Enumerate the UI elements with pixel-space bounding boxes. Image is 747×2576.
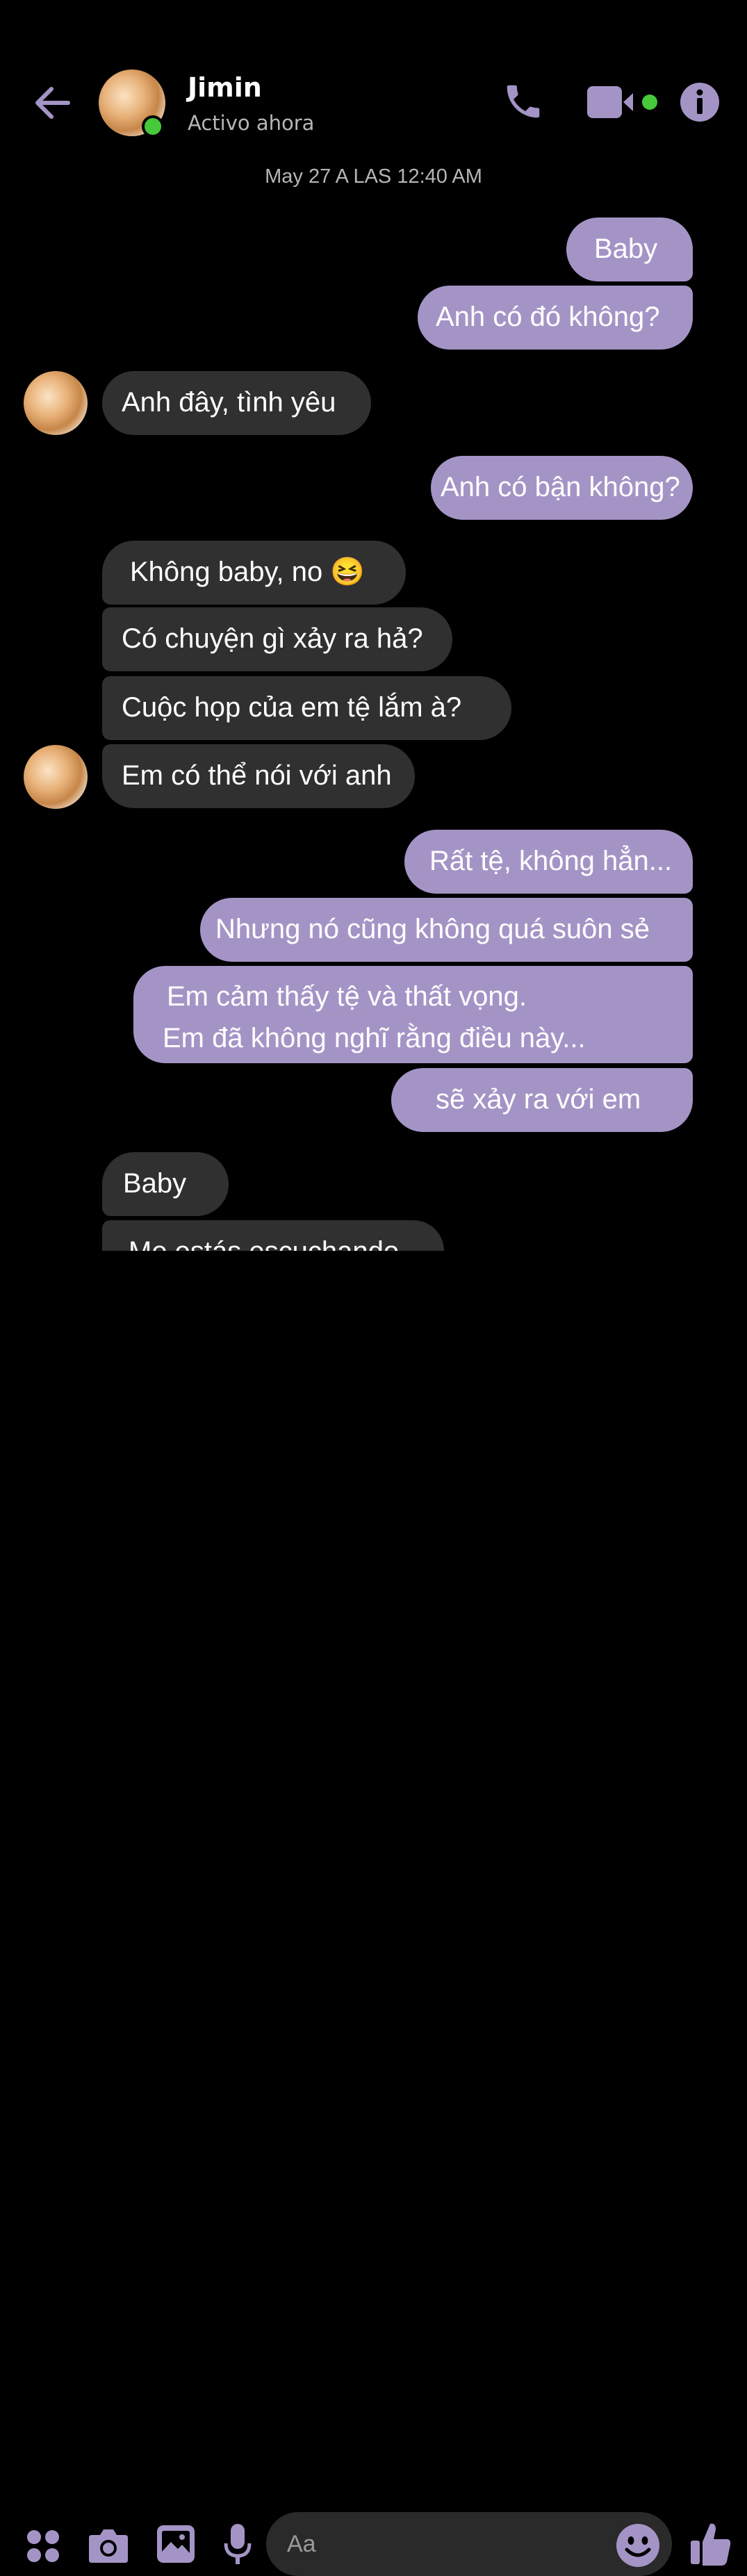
message-line: Em cảm thấy tệ và thất vọng. xyxy=(167,981,527,1012)
message-bubble-outgoing[interactable]: sẽ xảy ra với em xyxy=(391,1068,693,1132)
gallery-icon[interactable] xyxy=(156,2524,196,2564)
message-bubble-outgoing[interactable]: Anh có bận không? xyxy=(431,456,693,520)
contact-avatar-small[interactable] xyxy=(24,745,88,809)
message-bubble-outgoing[interactable]: Anh có đó không? xyxy=(418,286,693,350)
message-bubble-incoming[interactable]: Cuộc họp của em tệ lắm à? xyxy=(102,676,511,740)
message-bubble-incoming[interactable]: Có chuyện gì xảy ra hả? xyxy=(102,607,452,671)
date-separator: May 27 A LAS 12:40 AM xyxy=(265,165,482,188)
emoji-icon[interactable] xyxy=(616,2523,660,2568)
composer-bar xyxy=(0,1251,747,2576)
message-bubble-incoming[interactable]: Baby xyxy=(102,1152,229,1216)
phone-icon[interactable] xyxy=(502,80,545,123)
online-indicator xyxy=(142,115,164,138)
message-bubble-incoming[interactable]: Em có thể nói với anh xyxy=(102,744,415,808)
thumbs-up-icon[interactable] xyxy=(689,2520,732,2567)
contact-avatar-small[interactable] xyxy=(24,371,88,435)
message-line: Em đã không nghĩ rằng điều này... xyxy=(163,1023,586,1053)
apps-grid-icon[interactable] xyxy=(25,2528,61,2564)
message-bubble-incoming[interactable]: Anh đây, tình yêu xyxy=(102,371,371,435)
video-camera-icon[interactable] xyxy=(587,83,664,121)
back-arrow-icon[interactable] xyxy=(32,82,74,124)
message-bubble-outgoing[interactable]: Baby xyxy=(566,218,693,281)
message-bubble-outgoing[interactable]: Rất tệ, không hẳn... xyxy=(404,830,693,894)
message-bubble-outgoing[interactable]: Em cảm thấy tệ và thất vọng. Em đã không… xyxy=(133,966,693,1063)
message-bubble-incoming[interactable]: Me estás escuchando xyxy=(102,1220,444,1251)
camera-icon[interactable] xyxy=(88,2525,129,2564)
contact-name[interactable]: Jimin xyxy=(188,72,262,103)
info-icon[interactable] xyxy=(680,82,720,122)
message-input[interactable] xyxy=(266,2512,672,2576)
contact-status: Activo ahora xyxy=(188,111,315,135)
message-bubble-outgoing[interactable]: Nhưng nó cũng không quá suôn sẻ xyxy=(200,898,693,962)
microphone-icon[interactable] xyxy=(224,2522,252,2566)
message-bubble-incoming[interactable]: Không baby, no 😆 xyxy=(102,541,406,605)
